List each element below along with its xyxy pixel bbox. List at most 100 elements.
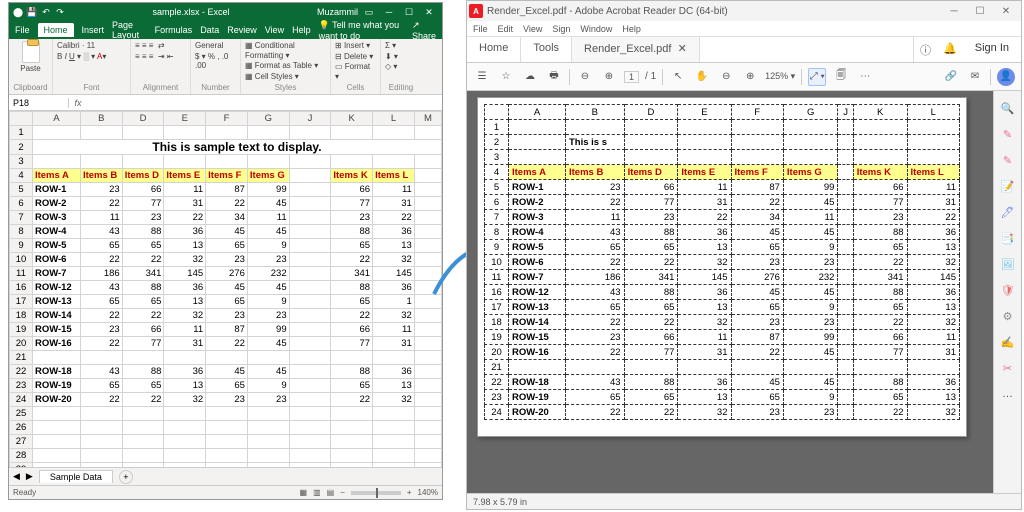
- zoom-plus-icon[interactable]: ⊕: [741, 68, 759, 86]
- tab-view[interactable]: View: [265, 25, 284, 35]
- acro-sidebar-item-6[interactable]: 🖼: [999, 255, 1017, 273]
- cells-insert[interactable]: ⊞ Insert ▾: [335, 41, 376, 51]
- more-icon[interactable]: ⋯: [856, 68, 874, 86]
- grp-editing: Editing: [385, 83, 417, 92]
- acro-tab-tools[interactable]: Tools: [521, 37, 572, 62]
- acrobat-title: Render_Excel.pdf - Adobe Acrobat Reader …: [487, 6, 941, 17]
- tab-insert[interactable]: Insert: [82, 25, 105, 35]
- maximize-icon[interactable]: ☐: [400, 7, 418, 18]
- acro-sidebar-item-2[interactable]: ✎: [999, 151, 1017, 169]
- tab-home[interactable]: Home: [38, 23, 74, 37]
- undo-icon[interactable]: ↶: [41, 7, 51, 17]
- zoom-value[interactable]: 125% ▾: [765, 71, 795, 82]
- paste-icon[interactable]: [22, 41, 40, 63]
- acro-sidebar-item-4[interactable]: 🖊: [999, 203, 1017, 221]
- ribbon-options-icon[interactable]: ▭: [360, 7, 378, 18]
- share-button[interactable]: ↗ Share: [412, 20, 436, 41]
- fit-icon[interactable]: ⤢ ▾: [808, 68, 826, 86]
- zoomin-icon[interactable]: ⊕: [600, 68, 618, 86]
- clear-icon[interactable]: ◇ ▾: [385, 62, 417, 72]
- sum-icon[interactable]: Σ ▾: [385, 41, 417, 51]
- acrobat-page-area[interactable]: ABDEFGJKL12This is s34Items AItems BItem…: [467, 91, 993, 493]
- acro-sidebar-item-0[interactable]: 🔍: [999, 99, 1017, 117]
- redo-icon[interactable]: ↷: [55, 7, 65, 17]
- font-size[interactable]: 11: [87, 41, 95, 50]
- acro-sidebar-item-1[interactable]: ✎: [999, 125, 1017, 143]
- acro-sidebar-item-9[interactable]: ✍: [999, 333, 1017, 351]
- tab-help[interactable]: Help: [292, 25, 311, 35]
- zoom-plus-icon[interactable]: +: [407, 488, 412, 497]
- acro-tab-doc[interactable]: Render_Excel.pdf ✕: [572, 37, 700, 62]
- acro-sidebar-item-5[interactable]: 📑: [999, 229, 1017, 247]
- zoom-minus-icon[interactable]: −: [340, 488, 345, 497]
- autosave-icon[interactable]: ⬤: [13, 7, 23, 17]
- sheet-tab[interactable]: Sample Data: [39, 470, 113, 483]
- close-icon[interactable]: ✕: [420, 7, 438, 18]
- tab-review[interactable]: Review: [227, 25, 257, 35]
- star-icon[interactable]: ☆: [497, 68, 515, 86]
- cell-styles[interactable]: ▦ Cell Styles ▾: [245, 72, 326, 82]
- cloud-icon[interactable]: ☁: [521, 68, 539, 86]
- name-box[interactable]: P18: [9, 98, 69, 108]
- acro-sidebar-item-3[interactable]: 📝: [999, 177, 1017, 195]
- acro-sidebar-item-8[interactable]: ⚙: [999, 307, 1017, 325]
- format-table[interactable]: ▦ Format as Table ▾: [245, 61, 326, 71]
- print-icon[interactable]: 🖶: [545, 68, 563, 86]
- sheet-nav-left[interactable]: ◀: [13, 471, 20, 482]
- zoom-minus-icon[interactable]: ⊖: [717, 68, 735, 86]
- mail-icon[interactable]: ✉: [966, 68, 984, 86]
- cond-format[interactable]: ▦ Conditional Formatting ▾: [245, 41, 326, 60]
- read-icon[interactable]: 🗐: [832, 68, 850, 86]
- acro-sidebar-item-7[interactable]: 🛡: [999, 281, 1017, 299]
- help-icon[interactable]: ⓘ: [914, 37, 937, 62]
- tab-file[interactable]: File: [15, 25, 30, 35]
- cells-format[interactable]: ▭ Format ▾: [335, 62, 376, 81]
- add-sheet-icon[interactable]: +: [119, 470, 133, 484]
- acro-close-icon[interactable]: ✕: [993, 6, 1019, 17]
- acro-minimize-icon[interactable]: ─: [941, 6, 967, 17]
- acro-menu-window[interactable]: Window: [580, 24, 612, 34]
- acro-menu-help[interactable]: Help: [622, 24, 641, 34]
- view-normal-icon[interactable]: ▦: [300, 488, 308, 497]
- hand-icon[interactable]: ✋: [693, 68, 711, 86]
- bell-icon[interactable]: 🔔: [937, 37, 963, 62]
- acrobat-titlebar: A Render_Excel.pdf - Adobe Acrobat Reade…: [467, 1, 1021, 21]
- signin-button[interactable]: Sign In: [963, 37, 1021, 62]
- font-style-buttons[interactable]: B I U ▾ ░ ▾ A▾: [57, 52, 126, 62]
- align-buttons[interactable]: ≡ ≡ ≡ ⇄: [135, 41, 186, 51]
- panel-icon[interactable]: ☰: [473, 68, 491, 86]
- minimize-icon[interactable]: ─: [380, 7, 398, 17]
- zoom-value[interactable]: 140%: [418, 488, 438, 497]
- acro-menu-sign[interactable]: Sign: [552, 24, 570, 34]
- select-icon[interactable]: ↖: [669, 68, 687, 86]
- save-icon[interactable]: 💾: [27, 7, 37, 17]
- view-page-icon[interactable]: ▥: [313, 488, 321, 497]
- number-buttons[interactable]: $ ▾ % , .0 .00: [195, 52, 236, 71]
- fx-icon[interactable]: fx: [69, 98, 87, 108]
- view-break-icon[interactable]: ▤: [327, 488, 335, 497]
- tellme[interactable]: 💡 Tell me what you want to do: [319, 20, 404, 41]
- fill-icon[interactable]: ⬇ ▾: [385, 52, 417, 62]
- cells-delete[interactable]: ⊟ Delete ▾: [335, 52, 376, 62]
- tab-formulas[interactable]: Formulas: [155, 25, 193, 35]
- acro-menu-view[interactable]: View: [523, 24, 542, 34]
- acro-tab-home[interactable]: Home: [467, 37, 521, 62]
- acro-sidebar-item-11[interactable]: …: [999, 385, 1017, 403]
- tab-data[interactable]: Data: [200, 25, 219, 35]
- tab-pagelayout[interactable]: Page Layout: [112, 20, 147, 40]
- zoomout-icon[interactable]: ⊖: [576, 68, 594, 86]
- sheet-nav-right[interactable]: ▶: [26, 471, 33, 482]
- share-icon[interactable]: 🔗: [942, 68, 960, 86]
- acro-menu-edit[interactable]: Edit: [498, 24, 514, 34]
- number-format[interactable]: General: [195, 41, 236, 51]
- excel-grid[interactable]: ABDEFGJKLM12This is sample text to displ…: [9, 111, 442, 467]
- acro-maximize-icon[interactable]: ☐: [967, 6, 993, 17]
- page-current[interactable]: 1: [624, 71, 639, 83]
- user-icon[interactable]: 👤: [997, 68, 1015, 86]
- align-buttons-2[interactable]: ≡ ≡ ≡ ⇥ ⇤: [135, 52, 186, 62]
- font-name[interactable]: Calibri: [57, 41, 80, 50]
- acro-sidebar-item-10[interactable]: ✂: [999, 359, 1017, 377]
- zoom-slider[interactable]: [351, 491, 401, 495]
- acro-menu-file[interactable]: File: [473, 24, 488, 34]
- excel-title: sample.xlsx - Excel: [65, 7, 317, 17]
